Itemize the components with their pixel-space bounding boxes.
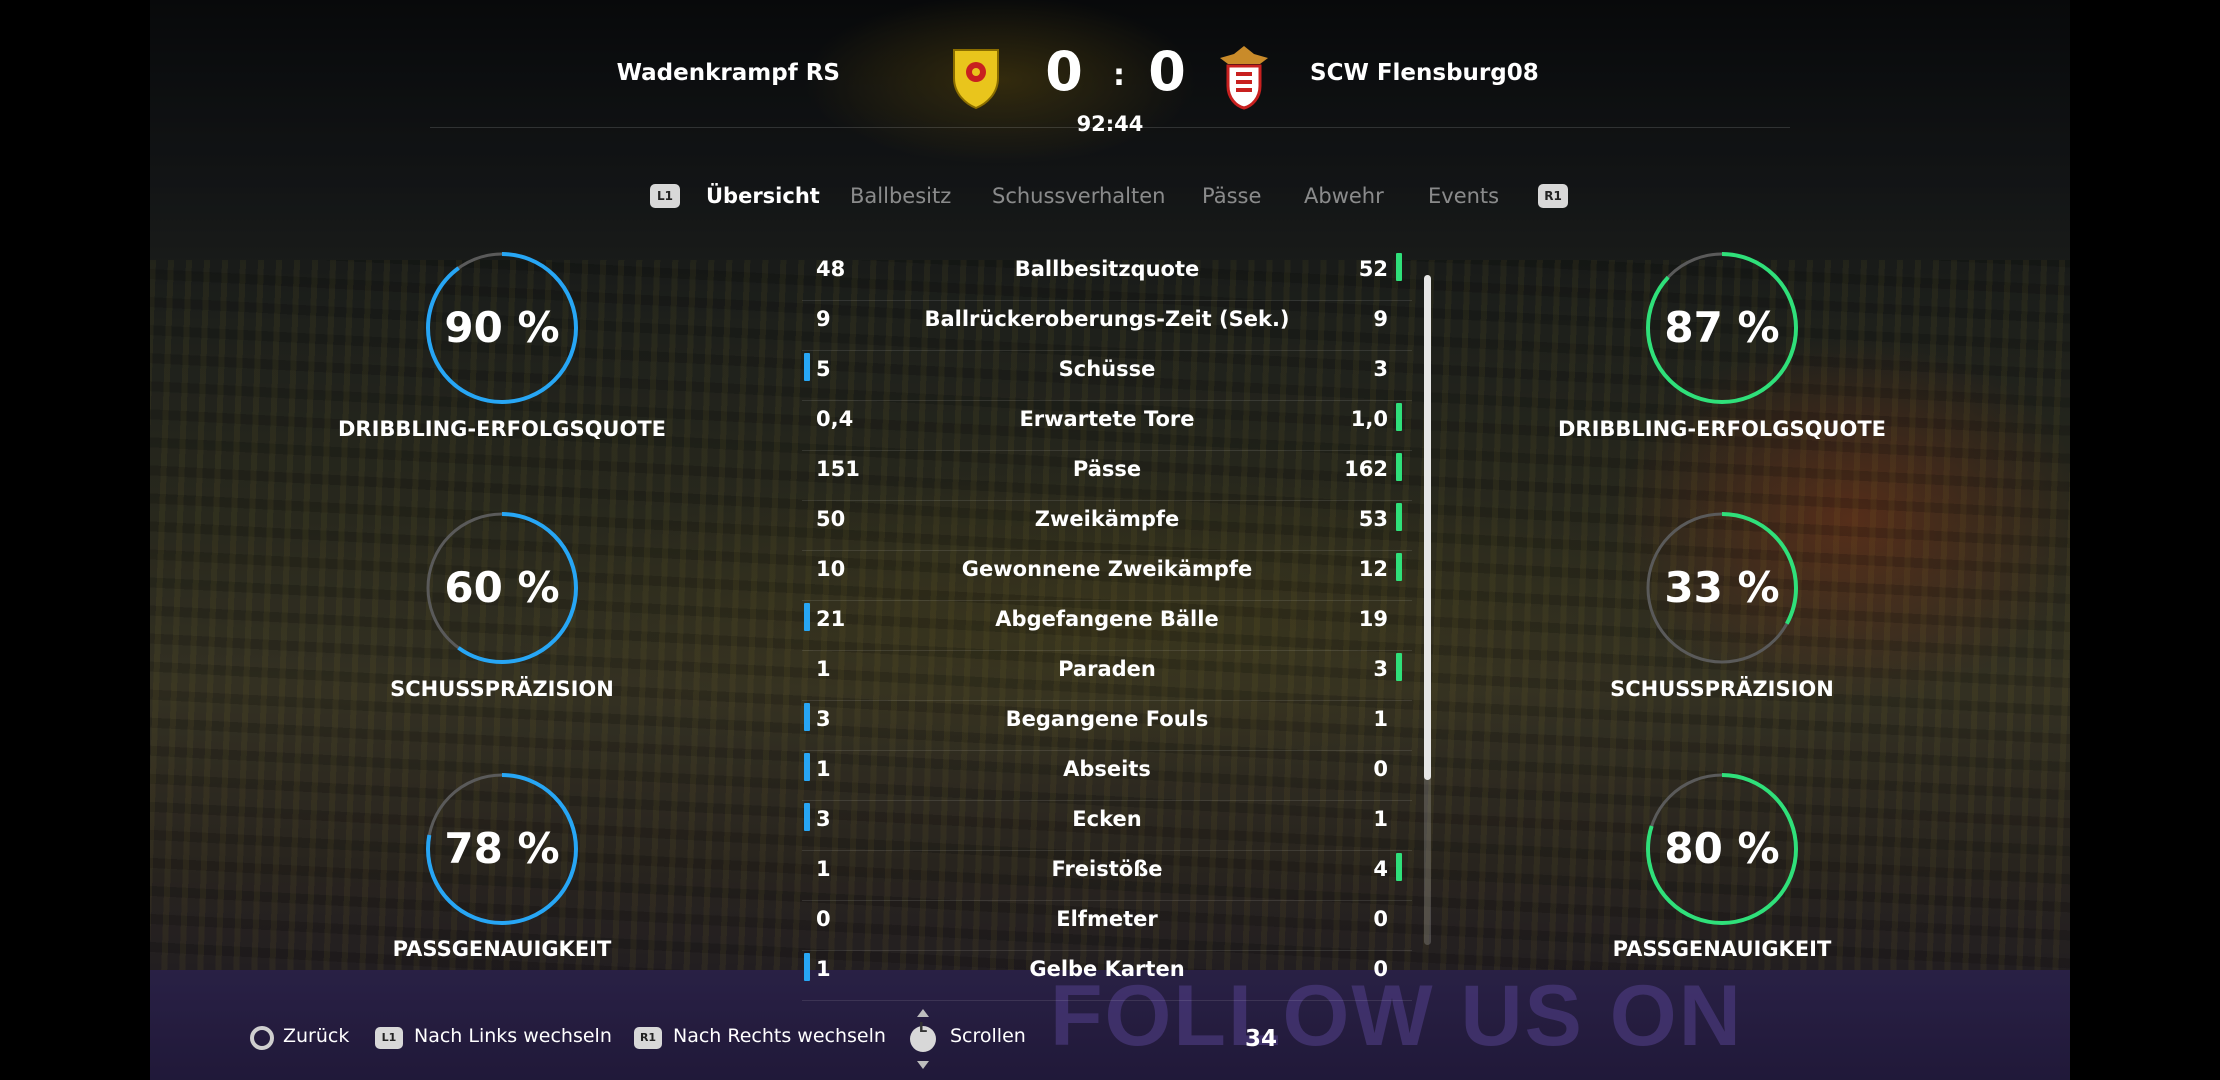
nav-right-label[interactable]: Nach Rechts wechseln	[673, 1025, 886, 1047]
stat-away-value: 3	[1373, 657, 1388, 681]
stat-row: 3 Begangene Fouls 1	[802, 701, 1412, 751]
ring-value: 87 %	[1664, 303, 1780, 352]
away-score: 0	[1148, 40, 1186, 103]
left-stick-letter: L	[918, 1021, 928, 1036]
stat-away-value: 1	[1373, 707, 1388, 731]
tab-paesse[interactable]: Pässe	[1202, 184, 1261, 208]
stat-away-value: 3	[1373, 357, 1388, 381]
stat-label: Freistöße	[1051, 857, 1163, 881]
stat-away-value: 9	[1373, 307, 1388, 331]
r1-footer-icon: R1	[634, 1027, 662, 1049]
ring-label: SCHUSSPRÄZISION	[390, 677, 614, 701]
nav-left-label[interactable]: Nach Links wechseln	[414, 1025, 612, 1047]
home-team-name: Wadenkrampf RS	[616, 60, 840, 86]
back-label[interactable]: Zurück	[283, 1025, 349, 1047]
stat-row: 9 Ballrückeroberungs-Zeit (Sek.) 9	[802, 301, 1412, 351]
home-score: 0	[1045, 40, 1083, 103]
stat-row: 21 Abgefangene Bälle 19	[802, 601, 1412, 651]
away-crest-icon	[1220, 46, 1268, 110]
stat-label: Ecken	[1072, 807, 1142, 831]
home-ring-1: 90 %	[422, 248, 582, 408]
r1-button-icon[interactable]: R1	[1538, 184, 1568, 208]
scrollbar-thumb[interactable]	[1424, 275, 1431, 780]
left-stick-icon	[910, 1009, 936, 1069]
away-ring-2: 33 %	[1642, 508, 1802, 668]
ring-value: 60 %	[444, 563, 560, 612]
stat-row: 5 Schüsse 3	[802, 351, 1412, 401]
stat-away-value: 12	[1358, 557, 1388, 581]
stat-away-value: 53	[1358, 507, 1388, 531]
stat-label: Paraden	[1058, 657, 1156, 681]
l1-footer-icon: L1	[375, 1027, 403, 1049]
stat-row: 48 Ballbesitzquote 52	[802, 251, 1412, 301]
ring-label: DRIBBLING-ERFOLGSQUOTE	[337, 417, 667, 441]
l1-button-icon[interactable]: L1	[650, 184, 680, 208]
ring-label: SCHUSSPRÄZISION	[1610, 677, 1834, 701]
away-ring-1: 87 %	[1642, 248, 1802, 408]
stat-away-value: 0	[1373, 757, 1388, 781]
stats-screen: FOLLOW US ON Wadenkrampf RS 0 : 0 SCW Fl…	[150, 0, 2070, 1080]
stats-scrollbar[interactable]	[1424, 275, 1431, 945]
away-team-name: SCW Flensburg08	[1310, 60, 1539, 86]
stat-label: Ballrückeroberungs-Zeit (Sek.)	[924, 307, 1290, 331]
stat-label: Zweikämpfe	[1034, 507, 1180, 531]
stat-away-value: 1,0	[1350, 407, 1388, 431]
home-ring-3: 78 %	[422, 769, 582, 929]
stat-row: 50 Zweikämpfe 53	[802, 501, 1412, 551]
stat-label: Erwartete Tore	[1019, 407, 1195, 431]
stat-label: Pässe	[1072, 457, 1142, 481]
ring-value: 78 %	[444, 824, 560, 873]
stat-row: 3 Ecken 1	[802, 801, 1412, 851]
stat-label: Abgefangene Bälle	[995, 607, 1219, 631]
home-ring-2: 60 %	[422, 508, 582, 668]
ring-value: 90 %	[444, 303, 560, 352]
stat-label: Gelbe Karten	[1029, 957, 1185, 981]
ring-value: 80 %	[1664, 824, 1780, 873]
ring-label: PASSGENAUIGKEIT	[1612, 937, 1832, 961]
match-clock: 92:44	[1076, 112, 1144, 136]
stat-row: 1 Gelbe Karten 0	[802, 951, 1412, 1001]
stat-row: 1 Freistöße 4	[802, 851, 1412, 901]
stat-row: 1 Paraden 3	[802, 651, 1412, 701]
stat-row: 1 Abseits 0	[802, 751, 1412, 801]
stat-row: 10 Gewonnene Zweikämpfe 12	[802, 551, 1412, 601]
stat-away-value: 0	[1373, 907, 1388, 931]
circle-button-icon	[250, 1026, 274, 1050]
stat-away-value: 0	[1373, 957, 1388, 981]
stat-row: 0,4 Erwartete Tore 1,0	[802, 401, 1412, 451]
stat-away-value: 162	[1344, 457, 1388, 481]
stat-away-value: 1	[1373, 807, 1388, 831]
tab-uebersicht[interactable]: Übersicht	[706, 184, 820, 208]
stat-label: Gewonnene Zweikämpfe	[961, 557, 1253, 581]
stat-away-value: 4	[1373, 857, 1388, 881]
home-crest-icon	[953, 49, 999, 110]
stat-label: Schüsse	[1058, 357, 1156, 381]
stat-away-value: 19	[1358, 607, 1388, 631]
stats-table: 48 Ballbesitzquote 52 9 Ballrückeroberungs-Z…	[802, 251, 1412, 1001]
score-separator: :	[1113, 58, 1125, 93]
footer-count: 34	[1245, 1026, 1278, 1052]
stat-label: Abseits	[1063, 757, 1151, 781]
stat-label: Elfmeter	[1056, 907, 1158, 931]
ring-label: DRIBBLING-ERFOLGSQUOTE	[1557, 417, 1887, 441]
tab-abwehr[interactable]: Abwehr	[1304, 184, 1384, 208]
tab-ballbesitz[interactable]: Ballbesitz	[850, 184, 951, 208]
header-divider	[430, 127, 1790, 128]
ring-value: 33 %	[1664, 563, 1780, 612]
stat-row: 151 Pässe 162	[802, 451, 1412, 501]
away-ring-3: 80 %	[1642, 769, 1802, 929]
scroll-label[interactable]: Scrollen	[950, 1025, 1026, 1047]
tab-events[interactable]: Events	[1428, 184, 1499, 208]
ring-label: PASSGENAUIGKEIT	[392, 937, 612, 961]
stat-row: 0 Elfmeter 0	[802, 901, 1412, 951]
tab-schussverhalten[interactable]: Schussverhalten	[992, 184, 1165, 208]
stat-away-value: 52	[1358, 257, 1388, 281]
stat-label: Ballbesitzquote	[1014, 257, 1200, 281]
stat-label: Begangene Fouls	[1005, 707, 1209, 731]
